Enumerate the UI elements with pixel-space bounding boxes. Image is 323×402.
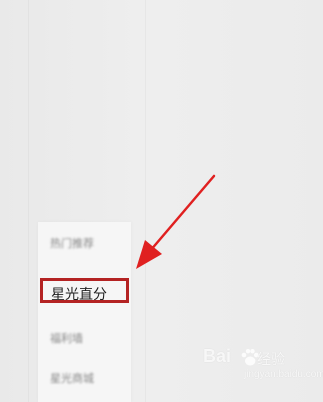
menu-item-star-mall[interactable]: 星光商城	[38, 365, 131, 393]
menu-item-hot[interactable]: 热门推荐	[38, 230, 131, 258]
popup-menu: 热门推荐 星光直分 福利墙 星光商城	[38, 222, 131, 402]
background-divider	[28, 0, 29, 402]
background-divider	[145, 0, 146, 402]
menu-item-star-light[interactable]: 星光直分	[38, 281, 131, 309]
menu-item-welfare[interactable]: 福利墙	[38, 325, 131, 353]
